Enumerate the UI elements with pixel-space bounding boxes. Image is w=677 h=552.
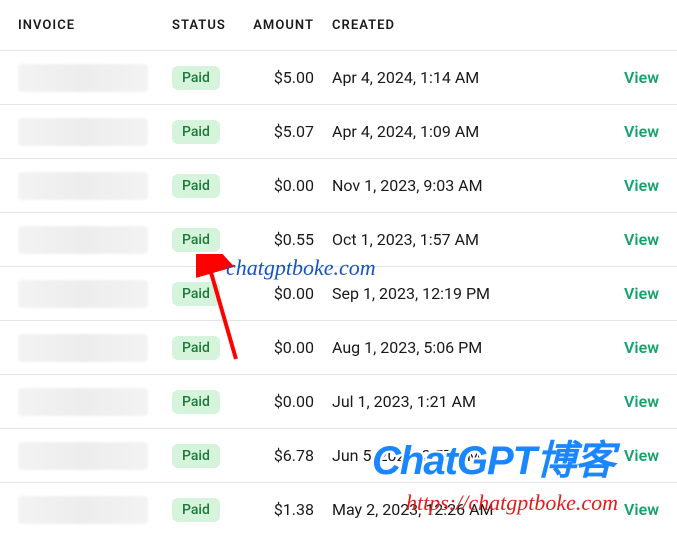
status-cell: Paid	[172, 66, 248, 90]
status-badge-paid: Paid	[172, 444, 220, 468]
header-invoice: INVOICE	[18, 18, 172, 33]
status-cell: Paid	[172, 444, 248, 468]
status-badge-paid: Paid	[172, 174, 220, 198]
redacted-invoice-id	[18, 280, 148, 308]
table-row: Paid $0.00 Nov 1, 2023, 9:03 AM View	[0, 158, 677, 212]
status-badge-paid: Paid	[172, 336, 220, 360]
redacted-invoice-id	[18, 496, 148, 524]
invoice-id-cell	[18, 172, 172, 200]
header-status: STATUS	[172, 18, 248, 33]
table-row: Paid $6.78 Jun 5, 2023, 2:57 AM View	[0, 428, 677, 482]
table-row: Paid $0.00 Aug 1, 2023, 5:06 PM View	[0, 320, 677, 374]
status-badge-paid: Paid	[172, 120, 220, 144]
invoice-id-cell	[18, 496, 172, 524]
created-cell: Aug 1, 2023, 5:06 PM	[332, 338, 609, 357]
redacted-invoice-id	[18, 334, 148, 362]
amount-cell: $0.00	[248, 338, 332, 357]
redacted-invoice-id	[18, 442, 148, 470]
amount-cell: $0.00	[248, 392, 332, 411]
view-link[interactable]: View	[624, 392, 659, 411]
amount-cell: $0.00	[248, 284, 332, 303]
status-badge-paid: Paid	[172, 390, 220, 414]
view-link[interactable]: View	[624, 446, 659, 465]
redacted-invoice-id	[18, 388, 148, 416]
status-cell: Paid	[172, 282, 248, 306]
table-row: Paid $5.00 Apr 4, 2024, 1:14 AM View	[0, 50, 677, 104]
amount-cell: $0.00	[248, 176, 332, 195]
table-row: Paid $0.55 Oct 1, 2023, 1:57 AM View	[0, 212, 677, 266]
amount-cell: $6.78	[248, 446, 332, 465]
created-cell: Jul 1, 2023, 1:21 AM	[332, 392, 609, 411]
redacted-invoice-id	[18, 64, 148, 92]
created-cell: Oct 1, 2023, 1:57 AM	[332, 230, 609, 249]
amount-cell: $5.07	[248, 122, 332, 141]
invoice-id-cell	[18, 388, 172, 416]
status-cell: Paid	[172, 120, 248, 144]
view-link[interactable]: View	[624, 500, 659, 519]
redacted-invoice-id	[18, 172, 148, 200]
invoice-id-cell	[18, 442, 172, 470]
view-link[interactable]: View	[624, 176, 659, 195]
status-cell: Paid	[172, 228, 248, 252]
status-badge-paid: Paid	[172, 282, 220, 306]
status-cell: Paid	[172, 174, 248, 198]
status-badge-paid: Paid	[172, 498, 220, 522]
view-link[interactable]: View	[624, 122, 659, 141]
status-cell: Paid	[172, 390, 248, 414]
table-row: Paid $0.00 Sep 1, 2023, 12:19 PM View	[0, 266, 677, 320]
created-cell: Apr 4, 2024, 1:14 AM	[332, 68, 609, 87]
header-amount: AMOUNT	[248, 18, 332, 33]
amount-cell: $5.00	[248, 68, 332, 87]
amount-cell: $1.38	[248, 500, 332, 519]
invoice-id-cell	[18, 226, 172, 254]
redacted-invoice-id	[18, 226, 148, 254]
status-cell: Paid	[172, 336, 248, 360]
view-link[interactable]: View	[624, 284, 659, 303]
amount-cell: $0.55	[248, 230, 332, 249]
view-link[interactable]: View	[624, 68, 659, 87]
invoice-table: INVOICE STATUS AMOUNT CREATED Paid $5.00…	[0, 0, 677, 536]
table-header-row: INVOICE STATUS AMOUNT CREATED	[0, 0, 677, 50]
invoice-id-cell	[18, 118, 172, 146]
view-link[interactable]: View	[624, 230, 659, 249]
redacted-invoice-id	[18, 118, 148, 146]
invoice-id-cell	[18, 64, 172, 92]
status-cell: Paid	[172, 498, 248, 522]
table-row: Paid $1.38 May 2, 2023, 12:26 AM View	[0, 482, 677, 536]
created-cell: Nov 1, 2023, 9:03 AM	[332, 176, 609, 195]
status-badge-paid: Paid	[172, 66, 220, 90]
view-link[interactable]: View	[624, 338, 659, 357]
table-row: Paid $0.00 Jul 1, 2023, 1:21 AM View	[0, 374, 677, 428]
created-cell: Jun 5, 2023, 2:57 AM	[332, 446, 609, 465]
created-cell: May 2, 2023, 12:26 AM	[332, 500, 609, 519]
table-row: Paid $5.07 Apr 4, 2024, 1:09 AM View	[0, 104, 677, 158]
invoice-id-cell	[18, 280, 172, 308]
created-cell: Apr 4, 2024, 1:09 AM	[332, 122, 609, 141]
header-created: CREATED	[332, 18, 609, 33]
invoice-id-cell	[18, 334, 172, 362]
created-cell: Sep 1, 2023, 12:19 PM	[332, 284, 609, 303]
status-badge-paid: Paid	[172, 228, 220, 252]
